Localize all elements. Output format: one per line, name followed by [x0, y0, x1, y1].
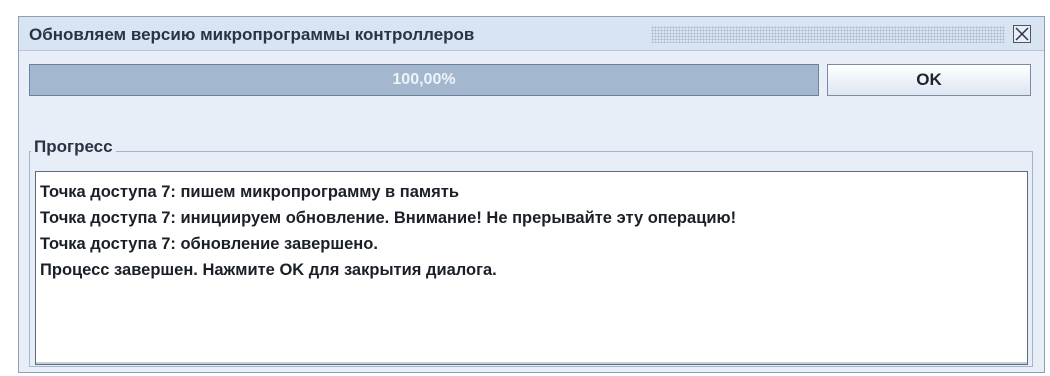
- log-line: Точка доступа 7: обновление завершено.: [40, 235, 378, 253]
- progress-log[interactable]: Точка доступа 7: пишем микропрограмму в …: [35, 171, 1028, 365]
- ok-button[interactable]: OK: [827, 64, 1031, 96]
- update-dialog: Обновляем версию микропрограммы контролл…: [18, 16, 1045, 373]
- progress-bar: 100,00%: [29, 64, 819, 96]
- progress-row: 100,00% OK: [29, 64, 1031, 96]
- close-button[interactable]: [1013, 25, 1031, 43]
- progress-label: 100,00%: [392, 71, 456, 88]
- log-line: Точка доступа 7: инициируем обновление. …: [40, 209, 737, 227]
- log-line: Точка доступа 7: пишем микропрограмму в …: [40, 183, 459, 201]
- log-line: Процесс завершен. Нажмите OK для закрыти…: [40, 261, 497, 279]
- progress-group-legend: Прогресс: [31, 137, 116, 157]
- title-bar[interactable]: Обновляем версию микропрограммы контролл…: [19, 17, 1044, 51]
- dialog-title: Обновляем версию микропрограммы контролл…: [29, 25, 475, 44]
- title-bar-texture: [651, 26, 1005, 43]
- close-icon: [1015, 27, 1029, 41]
